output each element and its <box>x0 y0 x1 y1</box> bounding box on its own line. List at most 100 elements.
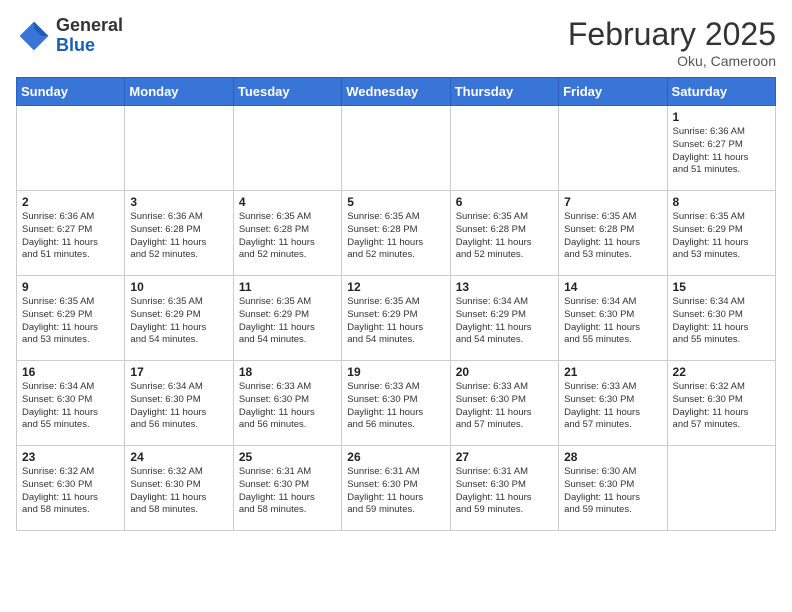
calendar-day-25: 25Sunrise: 6:31 AM Sunset: 6:30 PM Dayli… <box>233 446 341 531</box>
day-number: 5 <box>347 195 444 209</box>
calendar-day-23: 23 Sunrise: 6:32 AM Sunset: 6:30 PM Dayli… <box>17 446 125 531</box>
calendar-day-empty <box>233 106 341 191</box>
day-number: 26 <box>347 450 444 464</box>
day-number: 14 <box>564 280 661 294</box>
calendar-day-12: 12 Sunrise: 6:35 AM Sunset: 6:29 PM Dayli… <box>342 276 450 361</box>
calendar-day-28: 28 Sunrise: 6:30 AM Sunset: 6:30 PM Dayli… <box>559 446 667 531</box>
day-number: 2 <box>22 195 119 209</box>
page-header: General Blue February 2025 Oku, Cameroon <box>16 16 776 69</box>
day-number: 16 <box>22 365 119 379</box>
title-block: February 2025 Oku, Cameroon <box>568 16 776 69</box>
calendar-day-19: 19Sunrise: 6:33 AM Sunset: 6:30 PM Dayli… <box>342 361 450 446</box>
weekday-header-friday: Friday <box>559 78 667 106</box>
calendar-day-8: 8Sunrise: 6:35 AM Sunset: 6:29 PM Daylig… <box>667 191 775 276</box>
day-info: Sunrise: 6:35 AM Sunset: 6:29 PM Dayligh… <box>347 296 444 347</box>
day-info: Sunrise: 6:35 AM Sunset: 6:28 PM Dayligh… <box>347 211 444 262</box>
calendar-day-6: 6 Sunrise: 6:35 AM Sunset: 6:28 PM Daylig… <box>450 191 558 276</box>
weekday-header-thursday: Thursday <box>450 78 558 106</box>
calendar-day-20: 20 Sunrise: 6:33 AM Sunset: 6:30 PM Dayli… <box>450 361 558 446</box>
logo: General Blue <box>16 16 123 56</box>
calendar-day-26: 26 Sunrise: 6:31 AM Sunset: 6:30 PM Dayli… <box>342 446 450 531</box>
calendar-day-empty <box>17 106 125 191</box>
day-number: 3 <box>130 195 227 209</box>
day-number: 4 <box>239 195 336 209</box>
day-info: Sunrise: 6:34 AM Sunset: 6:30 PM Dayligh… <box>673 296 770 347</box>
day-info: Sunrise: 6:35 AM Sunset: 6:29 PM Dayligh… <box>130 296 227 347</box>
calendar-day-1: 1 Sunrise: 6:36 AM Sunset: 6:27 PM Daylig… <box>667 106 775 191</box>
calendar-day-empty <box>559 106 667 191</box>
calendar-day-14: 14 Sunrise: 6:34 AM Sunset: 6:30 PM Dayli… <box>559 276 667 361</box>
calendar-day-13: 13 Sunrise: 6:34 AM Sunset: 6:29 PM Dayli… <box>450 276 558 361</box>
calendar-week-row: 23 Sunrise: 6:32 AM Sunset: 6:30 PM Dayli… <box>17 446 776 531</box>
day-info: Sunrise: 6:33 AM Sunset: 6:30 PM Dayligh… <box>347 381 444 432</box>
day-number: 28 <box>564 450 661 464</box>
day-number: 12 <box>347 280 444 294</box>
calendar-table: SundayMondayTuesdayWednesdayThursdayFrid… <box>16 77 776 531</box>
weekday-header-saturday: Saturday <box>667 78 775 106</box>
day-number: 13 <box>456 280 553 294</box>
location: Oku, Cameroon <box>568 53 776 69</box>
calendar-week-row: 16 Sunrise: 6:34 AM Sunset: 6:30 PM Dayli… <box>17 361 776 446</box>
calendar-day-10: 10 Sunrise: 6:35 AM Sunset: 6:29 PM Dayli… <box>125 276 233 361</box>
day-info: Sunrise: 6:31 AM Sunset: 6:30 PM Dayligh… <box>347 466 444 517</box>
day-info: Sunrise: 6:36 AM Sunset: 6:28 PM Dayligh… <box>130 211 227 262</box>
day-number: 10 <box>130 280 227 294</box>
calendar-day-empty <box>342 106 450 191</box>
day-number: 21 <box>564 365 661 379</box>
day-number: 9 <box>22 280 119 294</box>
calendar-day-5: 5 Sunrise: 6:35 AM Sunset: 6:28 PM Daylig… <box>342 191 450 276</box>
day-number: 27 <box>456 450 553 464</box>
day-info: Sunrise: 6:36 AM Sunset: 6:27 PM Dayligh… <box>673 126 770 177</box>
day-info: Sunrise: 6:34 AM Sunset: 6:29 PM Dayligh… <box>456 296 553 347</box>
calendar-day-22: 22 Sunrise: 6:32 AM Sunset: 6:30 PM Dayli… <box>667 361 775 446</box>
day-info: Sunrise: 6:31 AM Sunset: 6:30 PM Dayligh… <box>456 466 553 517</box>
calendar-week-row: 1 Sunrise: 6:36 AM Sunset: 6:27 PM Daylig… <box>17 106 776 191</box>
day-info: Sunrise: 6:32 AM Sunset: 6:30 PM Dayligh… <box>673 381 770 432</box>
day-info: Sunrise: 6:33 AM Sunset: 6:30 PM Dayligh… <box>239 381 336 432</box>
calendar-day-empty <box>125 106 233 191</box>
day-number: 18 <box>239 365 336 379</box>
day-number: 7 <box>564 195 661 209</box>
logo-icon <box>16 18 52 54</box>
day-info: Sunrise: 6:32 AM Sunset: 6:30 PM Dayligh… <box>22 466 119 517</box>
calendar-day-4: 4 Sunrise: 6:35 AM Sunset: 6:28 PM Daylig… <box>233 191 341 276</box>
calendar-day-24: 24Sunrise: 6:32 AM Sunset: 6:30 PM Dayli… <box>125 446 233 531</box>
weekday-header-monday: Monday <box>125 78 233 106</box>
calendar-day-7: 7 Sunrise: 6:35 AM Sunset: 6:28 PM Daylig… <box>559 191 667 276</box>
day-info: Sunrise: 6:30 AM Sunset: 6:30 PM Dayligh… <box>564 466 661 517</box>
calendar-day-3: 3 Sunrise: 6:36 AM Sunset: 6:28 PM Daylig… <box>125 191 233 276</box>
day-info: Sunrise: 6:33 AM Sunset: 6:30 PM Dayligh… <box>456 381 553 432</box>
day-number: 17 <box>130 365 227 379</box>
day-number: 1 <box>673 110 770 124</box>
day-info: Sunrise: 6:35 AM Sunset: 6:28 PM Dayligh… <box>564 211 661 262</box>
day-info: Sunrise: 6:35 AM Sunset: 6:29 PM Dayligh… <box>239 296 336 347</box>
day-info: Sunrise: 6:34 AM Sunset: 6:30 PM Dayligh… <box>22 381 119 432</box>
calendar-day-18: 18 Sunrise: 6:33 AM Sunset: 6:30 PM Dayli… <box>233 361 341 446</box>
calendar-day-16: 16 Sunrise: 6:34 AM Sunset: 6:30 PM Dayli… <box>17 361 125 446</box>
weekday-header-tuesday: Tuesday <box>233 78 341 106</box>
day-number: 8 <box>673 195 770 209</box>
day-info: Sunrise: 6:35 AM Sunset: 6:28 PM Dayligh… <box>456 211 553 262</box>
day-info: Sunrise: 6:36 AM Sunset: 6:27 PM Dayligh… <box>22 211 119 262</box>
calendar-day-9: 9Sunrise: 6:35 AM Sunset: 6:29 PM Daylig… <box>17 276 125 361</box>
calendar-day-17: 17 Sunrise: 6:34 AM Sunset: 6:30 PM Dayli… <box>125 361 233 446</box>
month-year: February 2025 <box>568 16 776 53</box>
day-number: 11 <box>239 280 336 294</box>
day-info: Sunrise: 6:32 AM Sunset: 6:30 PM Dayligh… <box>130 466 227 517</box>
day-number: 23 <box>22 450 119 464</box>
calendar-day-15: 15 Sunrise: 6:34 AM Sunset: 6:30 PM Dayli… <box>667 276 775 361</box>
day-number: 22 <box>673 365 770 379</box>
calendar-week-row: 2 Sunrise: 6:36 AM Sunset: 6:27 PM Daylig… <box>17 191 776 276</box>
day-number: 6 <box>456 195 553 209</box>
day-number: 15 <box>673 280 770 294</box>
day-info: Sunrise: 6:34 AM Sunset: 6:30 PM Dayligh… <box>130 381 227 432</box>
weekday-header-sunday: Sunday <box>17 78 125 106</box>
day-number: 20 <box>456 365 553 379</box>
calendar-day-empty <box>450 106 558 191</box>
weekday-header-row: SundayMondayTuesdayWednesdayThursdayFrid… <box>17 78 776 106</box>
calendar-day-empty <box>667 446 775 531</box>
day-info: Sunrise: 6:34 AM Sunset: 6:30 PM Dayligh… <box>564 296 661 347</box>
calendar-day-27: 27 Sunrise: 6:31 AM Sunset: 6:30 PM Dayli… <box>450 446 558 531</box>
day-info: Sunrise: 6:35 AM Sunset: 6:28 PM Dayligh… <box>239 211 336 262</box>
weekday-header-wednesday: Wednesday <box>342 78 450 106</box>
